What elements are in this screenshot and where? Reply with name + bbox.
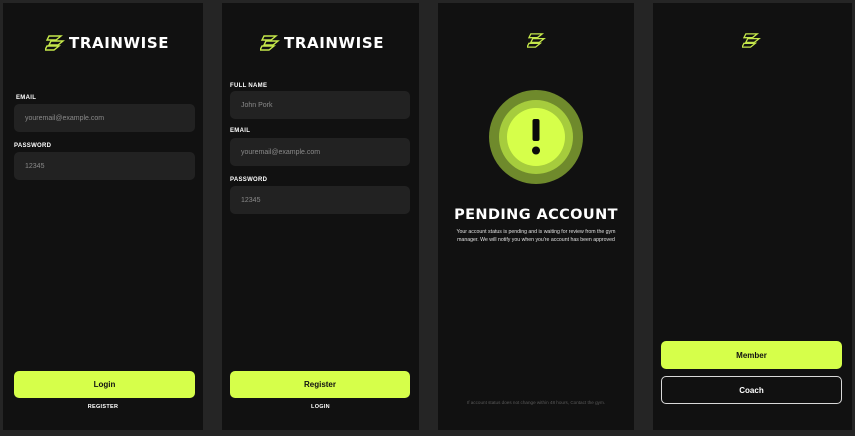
trainwise-logo-icon [742,33,761,48]
email-field[interactable]: youremail@example.com [230,138,410,166]
brand-logo [527,32,546,49]
brand-logo: TRAINWISE [45,34,169,52]
member-button[interactable]: Member [661,341,842,369]
full-name-field[interactable]: John Pork [230,91,410,119]
password-field[interactable]: 12345 [14,152,195,180]
role-select-screen: Member Coach [653,3,852,430]
pending-title: PENDING ACCOUNT [454,207,618,223]
register-link[interactable]: REGISTER [3,404,203,410]
brand-name: TRAINWISE [69,34,170,52]
brand-logo: TRAINWISE [260,34,384,52]
password-label: PASSWORD [14,143,52,149]
register-button[interactable]: Register [230,371,410,398]
email-label: EMAIL [16,95,37,101]
password-label: PASSWORD [230,177,268,183]
trainwise-logo-icon [45,35,65,51]
trainwise-logo-icon [260,35,280,51]
login-button[interactable]: Login [14,371,195,398]
password-field[interactable]: 12345 [230,186,410,214]
brand-name: TRAINWISE [284,34,385,52]
login-screen: TRAINWISE EMAIL youremail@example.com PA… [3,3,203,430]
brand-logo [742,32,761,49]
login-link[interactable]: LOGIN [222,404,419,410]
coach-button[interactable]: Coach [661,376,842,404]
pending-message: Your account status is pending and is wa… [456,229,616,243]
register-screen: TRAINWISE FULL NAME John Pork EMAIL your… [222,3,419,430]
exclamation-icon [489,90,583,184]
pending-footnote: If account status does not change within… [466,400,606,405]
pending-screen: PENDING ACCOUNT Your account status is p… [438,3,634,430]
full-name-label: FULL NAME [230,83,268,89]
trainwise-logo-icon [527,33,546,48]
email-field[interactable]: youremail@example.com [14,104,195,132]
email-label: EMAIL [230,128,251,134]
